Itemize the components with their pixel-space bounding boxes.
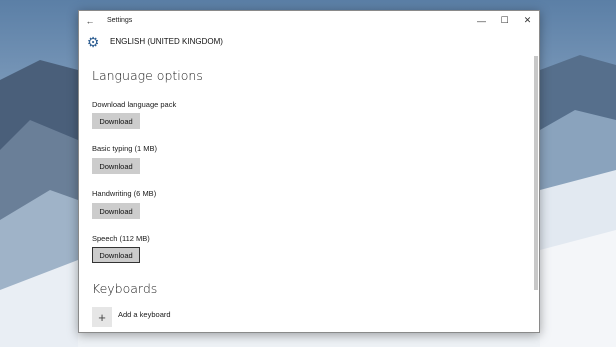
minimize-icon: — xyxy=(477,15,486,26)
download-basic-typing-button[interactable]: Download xyxy=(92,158,140,174)
close-icon: ✕ xyxy=(523,15,532,25)
window-controls: — ☐ ✕ xyxy=(470,11,539,30)
maximize-icon: ☐ xyxy=(500,15,509,25)
add-keyboard-label: Add a keyboard xyxy=(118,309,171,319)
gear-icon: ⚙ xyxy=(86,33,100,50)
settings-content: Language options Download language pack … xyxy=(79,55,539,332)
window-title: Settings xyxy=(107,17,133,24)
download-handwriting-button[interactable]: Download xyxy=(92,203,140,219)
handwriting-label: Handwriting (6 MB) xyxy=(92,189,157,198)
vertical-scrollbar[interactable] xyxy=(534,56,538,290)
maximize-button[interactable]: ☐ xyxy=(493,11,516,30)
basic-typing-label: Basic typing (1 MB) xyxy=(92,144,158,153)
page-header: ⚙ ENGLISH (UNITED KINGDOM) xyxy=(79,30,539,53)
download-language-pack-label: Download language pack xyxy=(92,100,177,109)
title-bar: ← Settings — ☐ ✕ xyxy=(79,11,539,30)
close-button[interactable]: ✕ xyxy=(516,11,539,30)
back-arrow-icon: ← xyxy=(85,15,95,26)
add-keyboard-button[interactable]: + Add a keyboard xyxy=(92,307,171,327)
back-button[interactable]: ← xyxy=(79,11,101,30)
language-options-heading: Language options xyxy=(92,68,203,83)
plus-icon: + xyxy=(92,307,112,327)
speech-label: Speech (112 MB) xyxy=(92,234,150,243)
minimize-button[interactable]: — xyxy=(470,11,493,30)
keyboards-heading: Keyboards xyxy=(92,281,158,296)
page-title: ENGLISH (UNITED KINGDOM) xyxy=(110,37,223,46)
download-language-pack-button[interactable]: Download xyxy=(92,113,140,129)
download-speech-button[interactable]: Download xyxy=(92,247,140,263)
settings-window: ← Settings — ☐ ✕ ⚙ ENGLISH (UNITED KINGD… xyxy=(78,10,540,333)
